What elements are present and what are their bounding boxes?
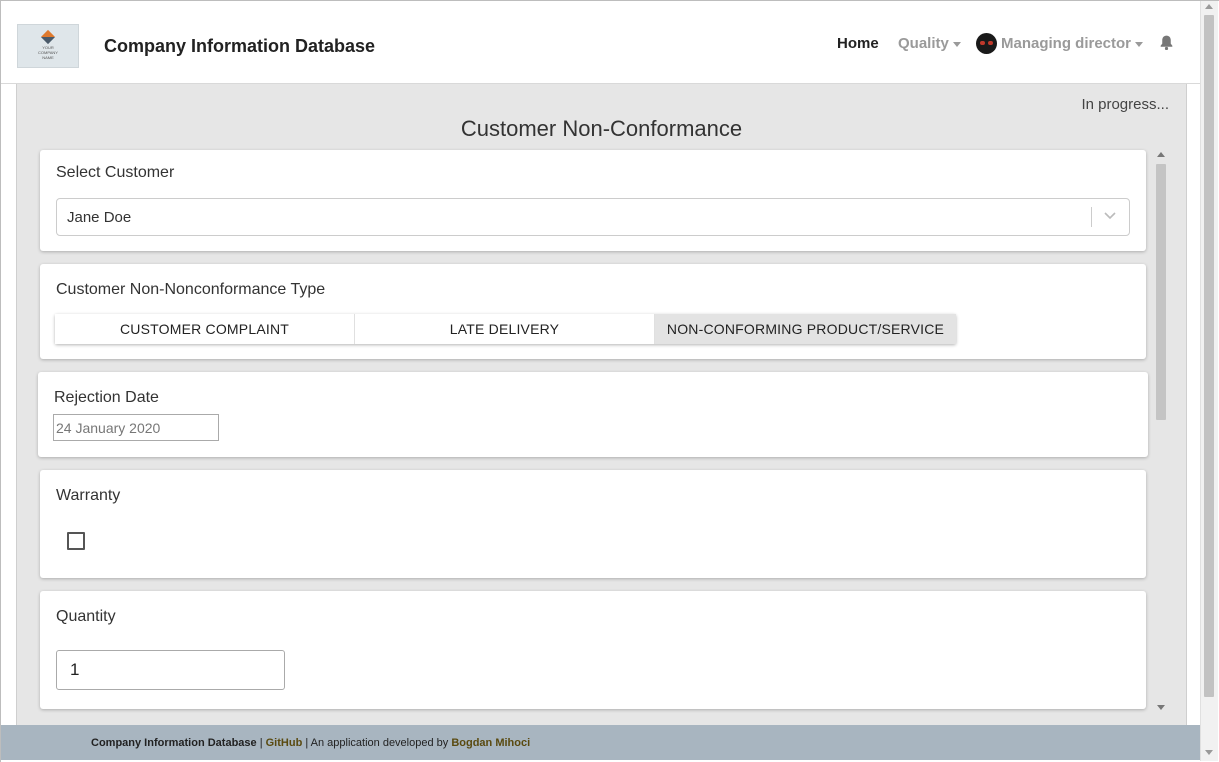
company-logo[interactable]: YOUR COMPANY NAME	[17, 24, 79, 68]
quantity-card: Quantity 1	[40, 591, 1146, 709]
nav-home-link[interactable]: Home	[837, 35, 879, 52]
page-title: Customer Non-Conformance	[460, 116, 743, 141]
nonconformance-type-card: Customer Non-Nonconformance Type CUSTOME…	[40, 264, 1146, 359]
footer-app-name: Company Information Database	[91, 737, 257, 749]
select-separator	[1091, 207, 1092, 227]
logo-text: YOUR COMPANY NAME	[38, 45, 58, 60]
scroll-up-arrow-icon[interactable]	[1205, 4, 1213, 9]
page-scroll-thumb[interactable]	[1204, 15, 1214, 697]
nav-user-dropdown[interactable]: Managing director	[1001, 35, 1144, 52]
nav-quality-dropdown[interactable]: Quality	[898, 35, 961, 52]
app-title[interactable]: Company Information Database	[104, 36, 375, 57]
nonconformance-type-toggle: CUSTOMER COMPLAINT LATE DELIVERY NON-CON…	[55, 314, 956, 344]
footer-separator: |	[256, 737, 266, 749]
caret-down-icon	[952, 41, 961, 47]
warranty-label: Warranty	[56, 487, 121, 504]
scroll-down-arrow-icon[interactable]	[1157, 705, 1165, 710]
github-link[interactable]: GitHub	[266, 737, 303, 749]
rejection-date-label: Rejection Date	[54, 389, 159, 406]
select-customer-label: Select Customer	[56, 164, 175, 181]
footer-text: Company Information Database | GitHub | …	[91, 737, 530, 749]
type-option-customer-complaint[interactable]: CUSTOMER COMPLAINT	[55, 314, 355, 344]
form-scroll-thumb[interactable]	[1156, 164, 1166, 420]
logo-line-3: NAME	[42, 55, 54, 60]
footer: Company Information Database | GitHub | …	[1, 725, 1200, 760]
scroll-down-arrow-icon[interactable]	[1205, 750, 1213, 755]
customer-select-value: Jane Doe	[67, 209, 132, 226]
customer-select[interactable]: Jane Doe	[56, 198, 1130, 236]
quantity-input[interactable]: 1	[56, 650, 285, 690]
type-option-non-conforming-product[interactable]: NON-CONFORMING PRODUCT/SERVICE	[655, 314, 956, 344]
window-frame-left	[0, 0, 1, 762]
logo-diamond-icon	[40, 29, 56, 45]
nonconformance-type-label: Customer Non-Nonconformance Type	[56, 281, 326, 298]
warranty-card: Warranty	[40, 470, 1146, 578]
rejection-date-input[interactable]: 24 January 2020	[53, 414, 219, 441]
footer-credit-text: | An application developed by	[302, 737, 452, 749]
caret-down-icon	[1135, 41, 1144, 47]
main-panel: In progress... Customer Non-Conformance …	[16, 84, 1187, 725]
warranty-checkbox[interactable]	[67, 532, 85, 550]
form-scrollbar[interactable]	[1154, 149, 1168, 716]
scroll-up-arrow-icon[interactable]	[1157, 152, 1165, 157]
page-scrollbar[interactable]	[1200, 1, 1218, 761]
nav-user-label: Managing director	[1001, 35, 1132, 52]
chevron-down-icon[interactable]	[1103, 208, 1117, 222]
rejection-date-card: Rejection Date 24 January 2020	[38, 372, 1148, 457]
author-link[interactable]: Bogdan Mihoci	[451, 737, 530, 749]
select-customer-card: Select Customer Jane Doe	[40, 150, 1146, 251]
status-text: In progress...	[1081, 96, 1169, 113]
user-avatar[interactable]	[976, 33, 997, 54]
bell-icon[interactable]	[1158, 34, 1175, 51]
type-option-late-delivery[interactable]: LATE DELIVERY	[355, 314, 655, 344]
top-navbar: YOUR COMPANY NAME Company Information Da…	[1, 1, 1200, 84]
nav-quality-label: Quality	[898, 35, 949, 52]
quantity-label: Quantity	[56, 608, 116, 625]
